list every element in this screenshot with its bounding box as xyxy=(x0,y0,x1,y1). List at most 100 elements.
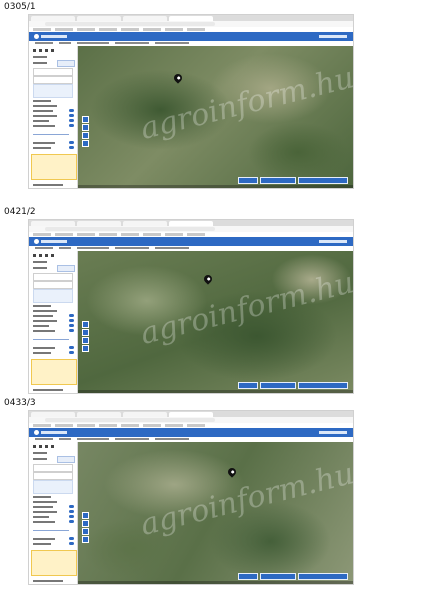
tool-icon[interactable] xyxy=(33,254,36,257)
layer-toggle[interactable] xyxy=(69,510,74,513)
menu-item[interactable] xyxy=(115,438,149,440)
zoom-out-icon[interactable] xyxy=(82,520,89,527)
map-control[interactable] xyxy=(82,536,89,543)
tool-icon[interactable] xyxy=(51,445,54,448)
bookmark-item[interactable] xyxy=(143,28,161,31)
map-control[interactable] xyxy=(82,132,89,139)
menu-item[interactable] xyxy=(35,438,53,440)
layer-toggle[interactable] xyxy=(69,346,74,349)
menu-item[interactable] xyxy=(115,42,149,44)
bookmark-item[interactable] xyxy=(187,424,205,427)
bookmark-item[interactable] xyxy=(121,28,139,31)
search-input[interactable] xyxy=(33,68,73,76)
map-button[interactable] xyxy=(260,177,296,184)
menu-item[interactable] xyxy=(77,438,109,440)
tool-icon[interactable] xyxy=(51,49,54,52)
layer-toggle[interactable] xyxy=(69,114,74,117)
map-button[interactable] xyxy=(298,177,348,184)
bookmark-item[interactable] xyxy=(33,233,51,236)
map-pin-icon[interactable] xyxy=(202,273,214,285)
search-input[interactable] xyxy=(33,472,73,480)
menu-item[interactable] xyxy=(77,247,109,249)
search-input[interactable] xyxy=(33,273,73,281)
menu-item[interactable] xyxy=(155,247,189,249)
bookmark-item[interactable] xyxy=(187,233,205,236)
zoom-out-icon[interactable] xyxy=(82,329,89,336)
layer-toggle[interactable] xyxy=(69,319,74,322)
menu-item[interactable] xyxy=(59,42,71,44)
map-view[interactable]: agroinform.hu xyxy=(78,251,353,393)
layer-toggle[interactable] xyxy=(69,324,74,327)
tool-icon[interactable] xyxy=(39,254,42,257)
tool-icon[interactable] xyxy=(33,49,36,52)
zoom-in-icon[interactable] xyxy=(82,512,89,519)
bookmark-item[interactable] xyxy=(165,424,183,427)
user-menu[interactable] xyxy=(319,35,347,38)
map-control[interactable] xyxy=(82,345,89,352)
tool-icon[interactable] xyxy=(33,445,36,448)
url-input[interactable] xyxy=(45,227,215,231)
map-control[interactable] xyxy=(82,337,89,344)
layer-toggle[interactable] xyxy=(69,109,74,112)
opacity-slider[interactable] xyxy=(33,530,69,531)
opacity-slider[interactable] xyxy=(33,339,69,340)
tool-icon[interactable] xyxy=(45,445,48,448)
bookmark-item[interactable] xyxy=(143,233,161,236)
search-button[interactable] xyxy=(57,60,75,67)
layer-toggle[interactable] xyxy=(69,119,74,122)
map-pin-icon[interactable] xyxy=(226,466,238,478)
layer-toggle[interactable] xyxy=(69,351,74,354)
map-button[interactable] xyxy=(298,382,348,389)
menu-item[interactable] xyxy=(59,438,71,440)
layer-toggle[interactable] xyxy=(69,542,74,545)
layer-toggle[interactable] xyxy=(69,146,74,149)
layer-toggle[interactable] xyxy=(69,505,74,508)
map-button[interactable] xyxy=(260,573,296,580)
search-input[interactable] xyxy=(33,464,73,472)
layer-toggle[interactable] xyxy=(69,520,74,523)
menu-item[interactable] xyxy=(115,247,149,249)
bookmark-item[interactable] xyxy=(33,28,51,31)
bookmark-item[interactable] xyxy=(165,233,183,236)
layer-toggle[interactable] xyxy=(69,124,74,127)
bookmark-item[interactable] xyxy=(121,233,139,236)
bookmark-item[interactable] xyxy=(55,424,73,427)
bookmark-item[interactable] xyxy=(121,424,139,427)
url-input[interactable] xyxy=(45,418,215,422)
search-input[interactable] xyxy=(33,76,73,84)
user-menu[interactable] xyxy=(319,431,347,434)
map-pin-icon[interactable] xyxy=(172,72,184,84)
tool-icon[interactable] xyxy=(39,445,42,448)
menu-item[interactable] xyxy=(35,247,53,249)
map-button[interactable] xyxy=(298,573,348,580)
zoom-in-icon[interactable] xyxy=(82,321,89,328)
menu-item[interactable] xyxy=(155,438,189,440)
opacity-slider[interactable] xyxy=(33,134,69,135)
tool-icon[interactable] xyxy=(45,254,48,257)
menu-item[interactable] xyxy=(59,247,71,249)
bookmark-item[interactable] xyxy=(99,424,117,427)
zoom-out-icon[interactable] xyxy=(82,124,89,131)
tool-icon[interactable] xyxy=(45,49,48,52)
map-view[interactable]: agroinform.hu xyxy=(78,442,353,584)
footer-link[interactable] xyxy=(33,389,63,391)
map-button[interactable] xyxy=(238,573,258,580)
map-control[interactable] xyxy=(82,528,89,535)
layer-toggle[interactable] xyxy=(69,314,74,317)
url-input[interactable] xyxy=(45,22,215,26)
bookmark-item[interactable] xyxy=(77,28,95,31)
footer-link[interactable] xyxy=(33,580,63,582)
tool-icon[interactable] xyxy=(51,254,54,257)
zoom-in-icon[interactable] xyxy=(82,116,89,123)
bookmark-item[interactable] xyxy=(55,28,73,31)
map-control[interactable] xyxy=(82,140,89,147)
map-button[interactable] xyxy=(238,382,258,389)
bookmark-item[interactable] xyxy=(77,233,95,236)
bookmark-item[interactable] xyxy=(33,424,51,427)
bookmark-item[interactable] xyxy=(99,233,117,236)
layer-toggle[interactable] xyxy=(69,141,74,144)
bookmark-item[interactable] xyxy=(187,28,205,31)
bookmark-item[interactable] xyxy=(165,28,183,31)
map-button[interactable] xyxy=(238,177,258,184)
map-button[interactable] xyxy=(260,382,296,389)
